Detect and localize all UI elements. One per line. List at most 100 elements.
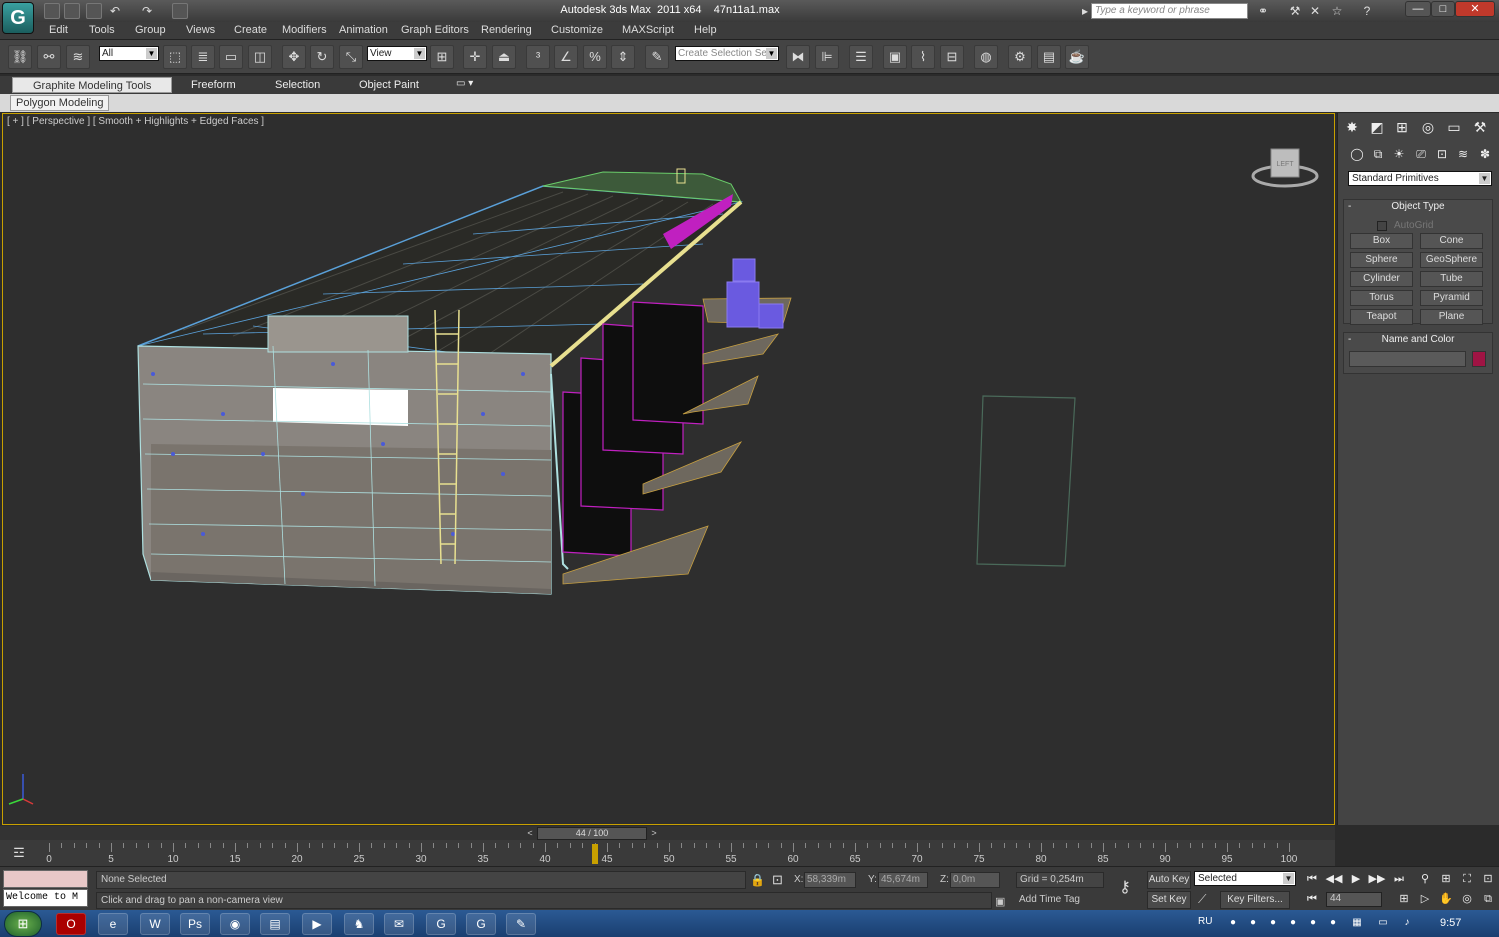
menu-modifiers[interactable]: Modifiers	[282, 24, 327, 36]
search-input[interactable]: Type a keyword or phrase	[1091, 3, 1248, 19]
cylinder-button[interactable]: Cylinder	[1350, 271, 1413, 287]
subscription-icon[interactable]: ⚒	[1288, 4, 1302, 18]
selection-lock-icon[interactable]: 🔒	[750, 873, 765, 887]
angle-snap-icon[interactable]: ∠	[554, 45, 578, 69]
binoculars-icon[interactable]: ⚭	[1256, 4, 1270, 18]
orbit-icon[interactable]: ◎	[1458, 891, 1476, 907]
set-key-button[interactable]: Set Key	[1147, 891, 1191, 909]
box-button[interactable]: Box	[1350, 233, 1413, 249]
3ds-max-taskbar-icon-2[interactable]: G	[466, 913, 496, 935]
tray-icon[interactable]: ●	[1286, 916, 1300, 930]
messenger-icon[interactable]: ✉	[384, 913, 414, 935]
start-button[interactable]: ⊞	[4, 911, 42, 937]
autogrid-checkbox[interactable]	[1377, 221, 1387, 231]
cameras-icon[interactable]: ⎚	[1412, 145, 1430, 163]
tab-object-paint[interactable]: Object Paint	[339, 77, 439, 93]
named-selection-dropdown[interactable]: Create Selection Se ▼	[675, 46, 779, 61]
zoom-icon[interactable]: ⚲	[1416, 871, 1434, 887]
edit-named-selections-icon[interactable]: ✎	[645, 45, 669, 69]
3ds-max-logo-icon[interactable]: G	[2, 2, 34, 34]
zoom-extents-all-icon[interactable]: ⊡	[1479, 871, 1497, 887]
display-tab-icon[interactable]: ▭	[1444, 117, 1464, 137]
cone-button[interactable]: Cone	[1420, 233, 1483, 249]
keyboard-shortcut-toggle-icon[interactable]: ⏏	[492, 45, 516, 69]
current-frame-marker[interactable]	[591, 844, 598, 864]
select-object-icon[interactable]: ⬚	[163, 45, 187, 69]
internet-explorer-icon[interactable]: e	[98, 913, 128, 935]
pan-hand-icon[interactable]: ✋	[1437, 891, 1455, 907]
teapot-button[interactable]: Teapot	[1350, 309, 1413, 325]
maxscript-listener-output[interactable]	[3, 870, 88, 888]
window-crossing-icon[interactable]: ◫	[248, 45, 272, 69]
auto-key-button[interactable]: Auto Key	[1147, 871, 1191, 889]
tray-icon[interactable]: ●	[1226, 916, 1240, 930]
opera-icon[interactable]: O	[56, 913, 86, 935]
menu-edit[interactable]: Edit	[49, 24, 68, 36]
photoshop-icon[interactable]: Ps	[180, 913, 210, 935]
object-name-field[interactable]	[1349, 351, 1466, 367]
tray-icon[interactable]: ●	[1306, 916, 1320, 930]
chrome-icon[interactable]: ◉	[220, 913, 250, 935]
curve-editor-icon[interactable]: ⌇	[911, 45, 935, 69]
primitive-category-dropdown[interactable]: Standard Primitives ▼	[1348, 171, 1492, 186]
menu-animation[interactable]: Animation	[339, 24, 388, 36]
object-type-header[interactable]: - Object Type	[1344, 200, 1492, 214]
motion-tab-icon[interactable]: ◎	[1418, 117, 1438, 137]
volume-icon[interactable]: ♪	[1400, 916, 1414, 930]
space-warps-icon[interactable]: ≋	[1454, 145, 1472, 163]
select-by-name-icon[interactable]: ≣	[191, 45, 215, 69]
collapse-icon[interactable]: -	[1348, 333, 1351, 347]
rect-selection-region-icon[interactable]: ▭	[219, 45, 243, 69]
spinner-snap-icon[interactable]: ⇕	[611, 45, 635, 69]
polygon-modeling-panel[interactable]: Polygon Modeling	[10, 95, 110, 111]
mirror-icon[interactable]: ⧓	[786, 45, 810, 69]
lights-icon[interactable]: ☀	[1390, 145, 1408, 163]
tab-freeform[interactable]: Freeform	[171, 77, 256, 93]
key-mode-dropdown[interactable]: Selected ▼	[1194, 871, 1296, 886]
key-filters-button[interactable]: Key Filters...	[1220, 891, 1290, 909]
material-editor-icon[interactable]: ◍	[974, 45, 998, 69]
undo-icon[interactable]: ↶	[108, 4, 122, 18]
align-icon[interactable]: ⊫	[815, 45, 839, 69]
percent-snap-icon[interactable]: %	[583, 45, 607, 69]
favorites-star-icon[interactable]: ☆	[1330, 4, 1344, 18]
layer-manager-icon[interactable]: ☰	[849, 45, 873, 69]
frame-ruler[interactable]: 0 5 10 15 20 25 30 35 40 45 50 55 60 65 70 75 80 85 90 95 10…	[44, 840, 1297, 866]
sphere-button[interactable]: Sphere	[1350, 252, 1413, 268]
modify-tab-icon[interactable]: ◩	[1367, 117, 1387, 137]
display-icon[interactable]: ▭	[1376, 916, 1390, 930]
key-mode-toggle-icon[interactable]: ⏮	[1303, 891, 1321, 907]
tab-selection[interactable]: Selection	[255, 77, 340, 93]
network-icon[interactable]: ▦	[1350, 916, 1364, 930]
geometry-icon[interactable]: ◯	[1348, 145, 1366, 163]
media-player-icon[interactable]: ▶	[302, 913, 332, 935]
system-clock[interactable]: 9:57	[1440, 917, 1461, 929]
menu-maxscript[interactable]: MAXScript	[622, 24, 674, 36]
x-coordinate-field[interactable]: 58,339m	[804, 872, 856, 888]
geosphere-button[interactable]: GeoSphere	[1420, 252, 1483, 268]
3ds-max-taskbar-icon[interactable]: G	[426, 913, 456, 935]
agent-icon[interactable]: ♞	[344, 913, 374, 935]
prev-frame-arrow-icon[interactable]: <	[525, 827, 535, 840]
hierarchy-tab-icon[interactable]: ⊞	[1392, 117, 1412, 137]
previous-frame-icon[interactable]: ◀◀	[1325, 871, 1343, 887]
key-icon[interactable]: ⚷	[1112, 877, 1138, 897]
menu-tools[interactable]: Tools	[89, 24, 115, 36]
plane-button[interactable]: Plane	[1420, 309, 1483, 325]
move-icon[interactable]: ✥	[282, 45, 306, 69]
close-button[interactable]: ✕	[1455, 1, 1495, 17]
ref-coord-dropdown[interactable]: View ▼	[367, 46, 427, 61]
object-color-swatch[interactable]	[1472, 351, 1486, 367]
create-tab-icon[interactable]: ✸	[1342, 117, 1362, 137]
torus-button[interactable]: Torus	[1350, 290, 1413, 306]
menu-help[interactable]: Help	[694, 24, 717, 36]
key-tangent-icon[interactable]: ⟋	[1198, 892, 1206, 907]
track-bar[interactable]: ☲ 0 5 10 15 20 25 30 35 40 45 50 55 60 65 70 75 80 85 90 95…	[0, 840, 1335, 866]
time-slider[interactable]: 44 / 100	[537, 827, 647, 840]
tab-graphite-modeling-tools[interactable]: Graphite Modeling Tools	[12, 77, 173, 93]
current-frame-field[interactable]: 44	[1326, 892, 1382, 907]
selection-filter-dropdown[interactable]: All ▼	[99, 46, 159, 61]
ribbon-options-icon[interactable]: ▭ ▾	[456, 78, 473, 89]
menu-views[interactable]: Views	[186, 24, 215, 36]
paint-icon[interactable]: ✎	[506, 913, 536, 935]
